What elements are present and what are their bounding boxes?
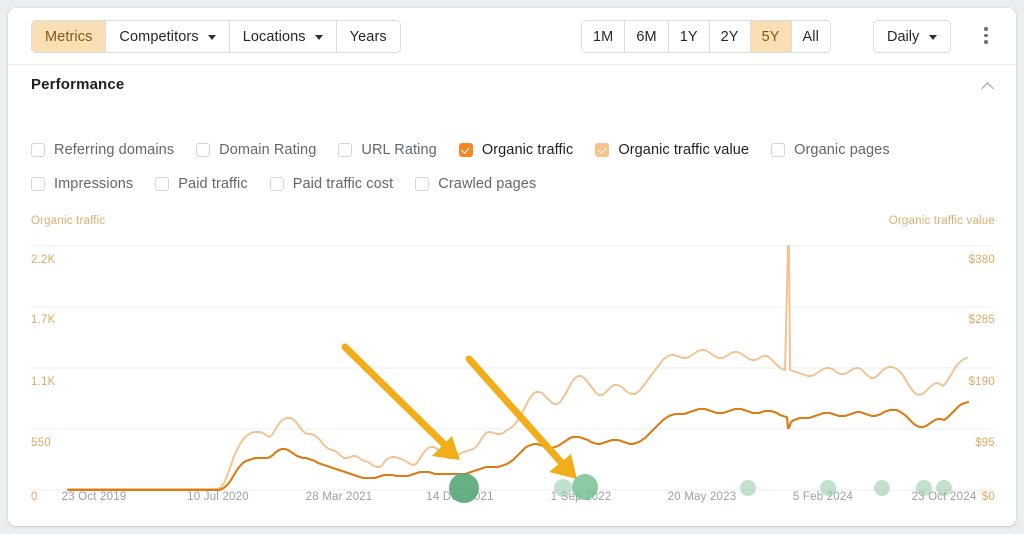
checkbox-icon — [31, 177, 45, 191]
performance-chart: Organic traffic Organic traffic value 0 … — [8, 206, 1016, 526]
chart-plot-area — [8, 206, 1016, 526]
performance-header: Performance — [8, 65, 1016, 107]
checkbox-checked-icon — [595, 143, 609, 157]
checkbox-referring-domains[interactable]: Referring domains — [31, 142, 174, 158]
event-marker — [874, 480, 890, 496]
checkbox-label: Paid traffic — [178, 176, 247, 192]
tab-locations[interactable]: Locations — [230, 21, 337, 52]
checkbox-label: Organic traffic — [482, 142, 574, 158]
checkbox-impressions[interactable]: Impressions — [31, 176, 133, 192]
page-title: Performance — [31, 76, 124, 93]
checkbox-checked-icon — [459, 143, 473, 157]
range-5y-label: 5Y — [762, 29, 780, 45]
event-markers — [449, 473, 952, 503]
annotation-arrow-1 — [345, 347, 460, 460]
range-all[interactable]: All — [792, 21, 830, 52]
tab-metrics-label: Metrics — [45, 29, 92, 45]
view-tabs-group: Metrics Competitors Locations Years — [31, 20, 401, 53]
tab-years-label: Years — [350, 29, 387, 45]
gridlines — [30, 246, 994, 490]
metric-checkbox-groups: Referring domains Domain Rating URL Rati… — [31, 139, 912, 207]
checkbox-domain-rating[interactable]: Domain Rating — [196, 142, 316, 158]
chart-toolbar: Metrics Competitors Locations Years 1M 6… — [8, 8, 1016, 65]
tab-years[interactable]: Years — [337, 21, 400, 52]
chevron-down-icon — [208, 35, 216, 40]
checkbox-icon — [155, 177, 169, 191]
checkbox-icon — [415, 177, 429, 191]
chevron-up-icon[interactable] — [982, 80, 995, 93]
range-1m-label: 1M — [593, 29, 613, 45]
metric-row-1: Referring domains Domain Rating URL Rati… — [31, 139, 912, 161]
checkbox-icon — [270, 177, 284, 191]
range-all-label: All — [803, 29, 819, 45]
checkbox-label: Organic traffic value — [618, 142, 749, 158]
event-marker — [740, 480, 756, 496]
tab-competitors[interactable]: Competitors — [106, 21, 229, 52]
range-6m[interactable]: 6M — [625, 21, 668, 52]
granularity-value: Daily — [887, 29, 919, 45]
event-marker — [449, 473, 479, 503]
checkbox-icon — [196, 143, 210, 157]
checkbox-icon — [338, 143, 352, 157]
checkbox-label: Referring domains — [54, 142, 174, 158]
checkbox-icon — [31, 143, 45, 157]
event-marker — [936, 480, 952, 496]
range-1y[interactable]: 1Y — [669, 21, 710, 52]
event-marker — [916, 480, 932, 496]
checkbox-label: Paid traffic cost — [293, 176, 394, 192]
tab-metrics[interactable]: Metrics — [32, 21, 106, 52]
checkbox-paid-traffic-cost[interactable]: Paid traffic cost — [270, 176, 394, 192]
tab-competitors-label: Competitors — [119, 29, 198, 45]
range-1y-label: 1Y — [680, 29, 698, 45]
checkbox-label: Organic pages — [794, 142, 890, 158]
checkbox-organic-traffic[interactable]: Organic traffic — [459, 142, 574, 158]
checkbox-label: Impressions — [54, 176, 133, 192]
event-marker — [572, 474, 598, 500]
checkbox-paid-traffic[interactable]: Paid traffic — [155, 176, 247, 192]
checkbox-label: URL Rating — [361, 142, 436, 158]
chevron-down-icon — [315, 35, 323, 40]
chevron-down-icon — [929, 35, 937, 40]
date-range-group: 1M 6M 1Y 2Y 5Y All — [581, 20, 831, 53]
metric-row-2: Impressions Paid traffic Paid traffic co… — [31, 173, 912, 195]
event-marker — [820, 480, 836, 496]
event-marker — [554, 479, 572, 497]
granularity-dropdown[interactable]: Daily — [873, 20, 951, 53]
checkbox-url-rating[interactable]: URL Rating — [338, 142, 436, 158]
annotation-arrow-2 — [469, 359, 577, 479]
checkbox-organic-traffic-value[interactable]: Organic traffic value — [595, 142, 749, 158]
range-5y[interactable]: 5Y — [751, 21, 792, 52]
checkbox-label: Domain Rating — [219, 142, 316, 158]
range-1m[interactable]: 1M — [582, 21, 625, 52]
checkbox-label: Crawled pages — [438, 176, 536, 192]
kebab-menu-icon[interactable] — [971, 20, 1001, 51]
checkbox-icon — [771, 143, 785, 157]
range-6m-label: 6M — [636, 29, 656, 45]
checkbox-crawled-pages[interactable]: Crawled pages — [415, 176, 536, 192]
tab-locations-label: Locations — [243, 29, 306, 45]
range-2y-label: 2Y — [721, 29, 739, 45]
checkbox-organic-pages[interactable]: Organic pages — [771, 142, 890, 158]
range-2y[interactable]: 2Y — [710, 21, 751, 52]
performance-card: Metrics Competitors Locations Years 1M 6… — [8, 8, 1016, 526]
